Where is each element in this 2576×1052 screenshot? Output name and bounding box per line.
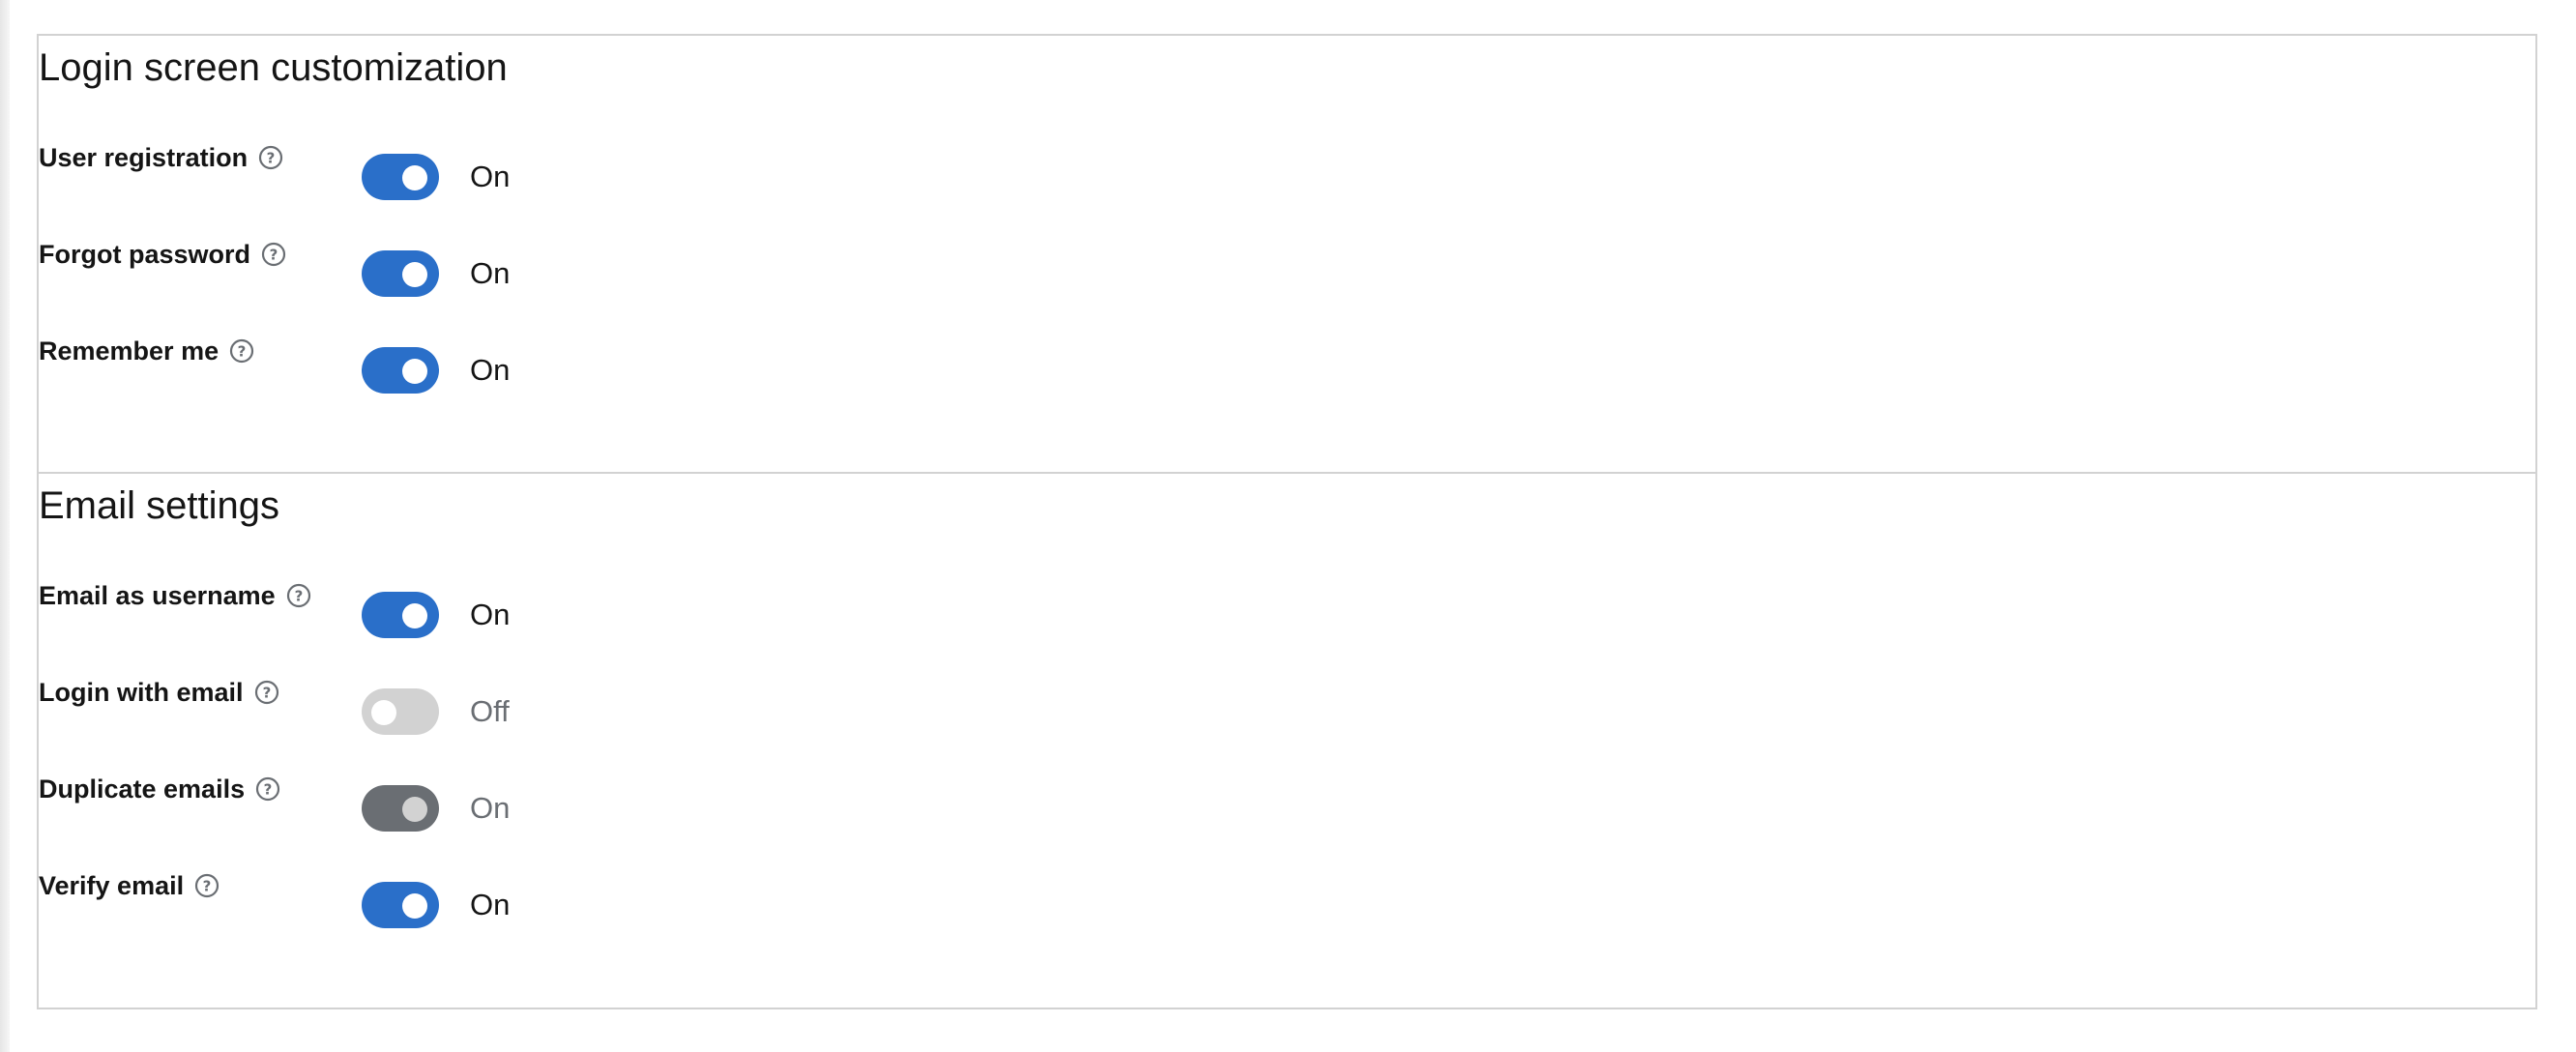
toggle-state-text: On	[470, 791, 511, 825]
setting-label: Duplicate emails	[39, 774, 246, 804]
remember-me-toggle[interactable]	[362, 347, 439, 394]
help-circle-icon[interactable]: ?	[253, 679, 280, 706]
toggle-state-text: Off	[470, 694, 510, 728]
svg-text:?: ?	[262, 685, 271, 702]
left-edge-shadow	[0, 0, 10, 1052]
toggle-knob	[371, 700, 396, 725]
help-circle-icon[interactable]: ?	[228, 337, 255, 365]
svg-text:?: ?	[267, 150, 276, 167]
section-title-email: Email settings	[39, 484, 279, 527]
help-circle-icon[interactable]: ?	[257, 144, 284, 171]
user-registration-toggle[interactable]	[362, 154, 439, 200]
toggle-knob	[402, 893, 427, 919]
setting-label: User registration	[39, 142, 249, 172]
section-title-login: Login screen customization	[39, 46, 508, 89]
setting-verify-email: Verify email ? On	[39, 870, 812, 928]
setting-user-registration: User registration ? On	[39, 142, 812, 200]
help-circle-icon[interactable]: ?	[254, 775, 281, 803]
verify-email-toggle[interactable]	[362, 882, 439, 928]
help-circle-icon[interactable]: ?	[193, 872, 220, 899]
email-settings-panel: Email settings Email as username ? On Lo…	[37, 472, 2537, 1009]
setting-label: Remember me	[39, 336, 220, 365]
setting-forgot-password: Forgot password ? On	[39, 239, 812, 297]
setting-email-as-username: Email as username ? On	[39, 580, 812, 638]
setting-duplicate-emails: Duplicate emails ? On	[39, 774, 812, 832]
help-circle-icon[interactable]: ?	[260, 241, 287, 268]
toggle-state-text: On	[470, 160, 511, 193]
setting-label: Email as username	[39, 580, 276, 610]
toggle-knob	[402, 165, 427, 190]
setting-login-with-email: Login with email ? Off	[39, 677, 812, 735]
toggle-knob	[402, 603, 427, 628]
toggle-state-text: On	[470, 888, 511, 921]
toggle-knob	[402, 359, 427, 384]
help-circle-icon[interactable]: ?	[285, 582, 312, 609]
toggle-state-text: On	[470, 598, 511, 631]
forgot-password-toggle[interactable]	[362, 250, 439, 297]
toggle-knob	[402, 262, 427, 287]
svg-text:?: ?	[203, 878, 212, 895]
toggle-knob	[402, 797, 427, 822]
email-as-username-toggle[interactable]	[362, 592, 439, 638]
duplicate-emails-toggle[interactable]	[362, 785, 439, 832]
login-customization-panel: Login screen customization User registra…	[37, 34, 2537, 476]
svg-text:?: ?	[264, 781, 273, 799]
setting-label: Forgot password	[39, 239, 251, 269]
login-with-email-toggle[interactable]	[362, 688, 439, 735]
setting-label: Verify email	[39, 870, 185, 900]
toggle-state-text: On	[470, 353, 511, 387]
svg-text:?: ?	[238, 343, 247, 361]
svg-text:?: ?	[270, 247, 278, 264]
svg-text:?: ?	[294, 588, 303, 605]
setting-remember-me: Remember me ? On	[39, 336, 812, 394]
setting-label: Login with email	[39, 677, 244, 707]
toggle-state-text: On	[470, 256, 511, 290]
